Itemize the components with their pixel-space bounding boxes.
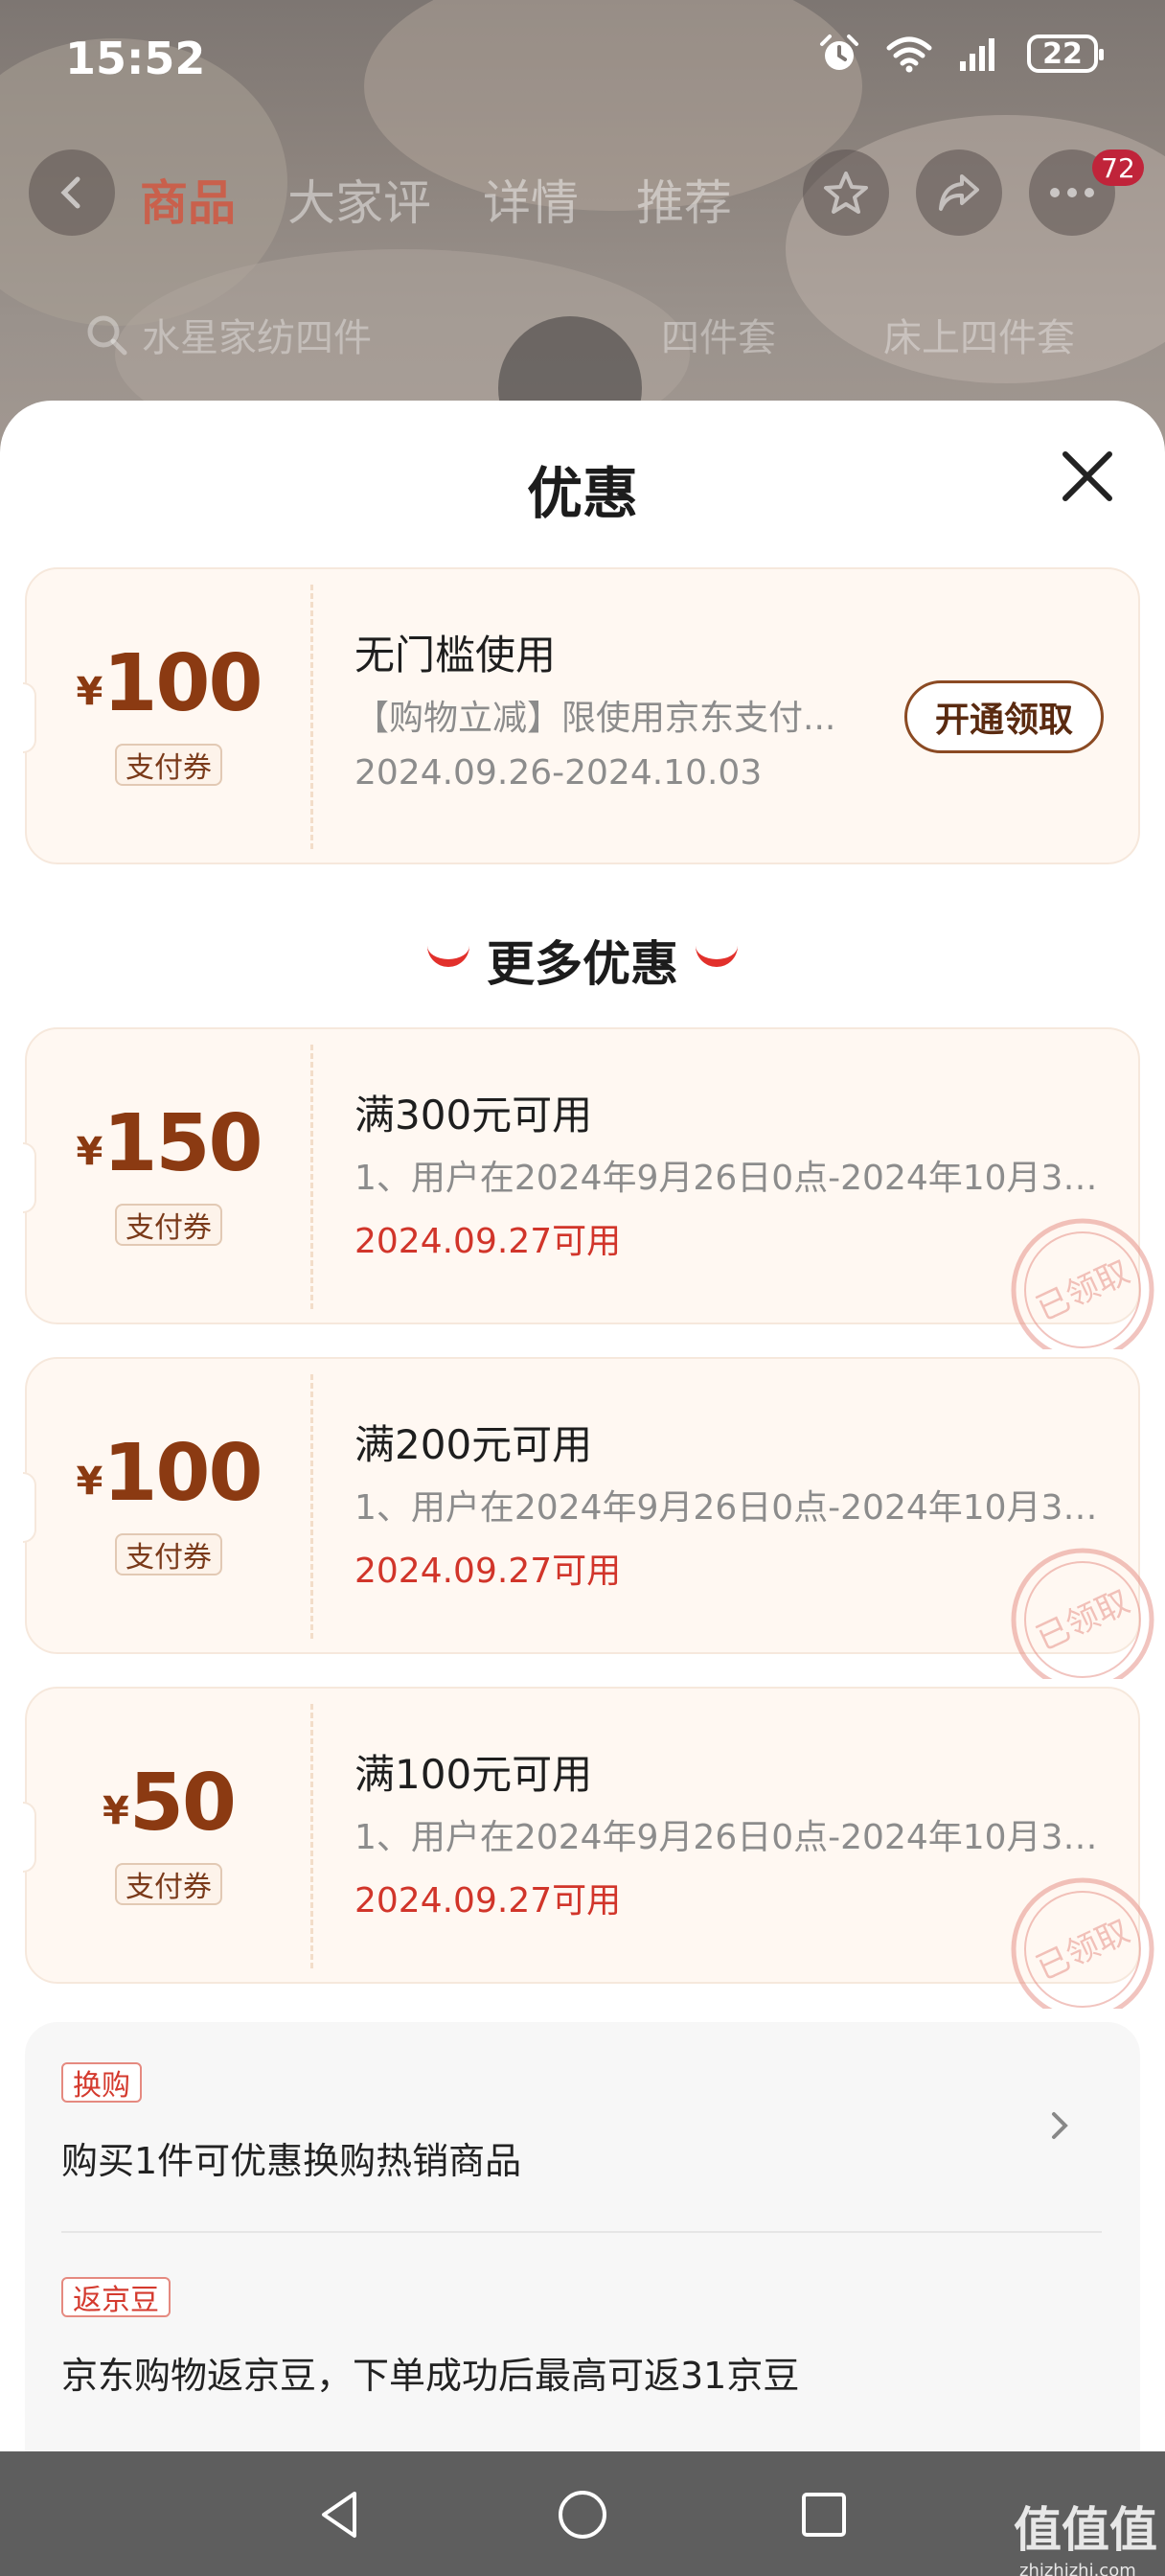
coupon-title: 满200元可用 xyxy=(354,1421,593,1468)
claimed-stamp-icon: 已领取 xyxy=(1011,1548,1154,1679)
alarm-icon xyxy=(820,34,858,70)
coupon-card[interactable]: ¥100 支付券 满200元可用 1、用户在2024年9月26日0点-2024年… xyxy=(23,1357,1154,1679)
battery-indicator: 22 xyxy=(1027,34,1104,73)
coupon-type-badge: 支付券 xyxy=(115,1533,222,1576)
extra-offers-panel: 换购 购买1件可优惠换购热销商品 返京豆 京东购物返京豆，下单成功后最高可返31… xyxy=(25,2022,1140,2451)
jingdou-text: 京东购物返京豆，下单成功后最高可返31京豆 xyxy=(61,2355,800,2397)
claimed-stamp-icon: 已领取 xyxy=(1011,1877,1154,2009)
nav-back-icon[interactable] xyxy=(312,2486,370,2543)
coupon-available-date: 2024.09.27可用 xyxy=(354,1222,622,1261)
coupon-type-badge: 支付券 xyxy=(115,1204,222,1246)
status-time: 15:52 xyxy=(65,33,206,84)
product-nav-bar: 商品 大家评 详情 推荐 72 xyxy=(0,144,1165,249)
search-chip[interactable]: 四件套 xyxy=(661,307,776,362)
signal-icon xyxy=(960,38,994,71)
star-icon xyxy=(824,172,868,214)
favorite-button[interactable] xyxy=(803,150,889,236)
coupon-amount: ¥150 xyxy=(76,1098,263,1189)
coupon-title: 满300元可用 xyxy=(354,1092,593,1138)
activate-claim-button[interactable]: 开通领取 xyxy=(904,680,1104,753)
claimed-stamp-icon: 已领取 xyxy=(1011,1218,1154,1349)
coupon-amount: ¥50 xyxy=(103,1758,237,1849)
coupon-card-primary: ¥100 支付券 无门槛使用 【购物立减】限使用京东支付... 2024.09.… xyxy=(23,567,1140,864)
tab-recommend[interactable]: 推荐 xyxy=(636,165,732,234)
coupon-title: 满100元可用 xyxy=(354,1751,593,1798)
status-bar: 15:52 22 xyxy=(0,0,1165,115)
coupon-card[interactable]: ¥150 支付券 满300元可用 1、用户在2024年9月26日0点-2024年… xyxy=(23,1027,1154,1349)
coupon-amount: ¥100 xyxy=(76,1428,263,1519)
sheet-title: 优惠 xyxy=(526,461,638,526)
wifi-icon xyxy=(886,36,932,73)
notification-badge: 72 xyxy=(1092,150,1144,186)
tab-product[interactable]: 商品 xyxy=(140,165,236,234)
back-button[interactable] xyxy=(29,150,115,236)
search-icon xyxy=(87,315,127,356)
more-dots-icon xyxy=(1050,188,1094,197)
svg-text:已领取: 已领取 xyxy=(1031,1253,1135,1328)
tab-reviews[interactable]: 大家评 xyxy=(287,165,431,234)
smile-icon xyxy=(696,946,738,967)
tab-details[interactable]: 详情 xyxy=(483,165,579,234)
coupon-available-date: 2024.09.27可用 xyxy=(354,1552,622,1591)
coupon-description: 【购物立减】限使用京东支付... xyxy=(354,699,836,738)
trade-in-tag: 换购 xyxy=(61,2062,142,2103)
search-chip[interactable]: 水星家纺四件 xyxy=(142,307,372,362)
nav-home-icon[interactable] xyxy=(554,2486,611,2543)
nav-recents-icon[interactable] xyxy=(795,2486,853,2543)
svg-text:已领取: 已领取 xyxy=(1031,1912,1135,1988)
jingdou-offer-row: 返京豆 京东购物返京豆，下单成功后最高可返31京豆 xyxy=(25,2233,1140,2451)
coupon-card[interactable]: ¥50 支付券 满100元可用 1、用户在2024年9月26日0点-2024年1… xyxy=(23,1687,1154,2009)
search-chip[interactable]: 床上四件套 xyxy=(883,307,1075,362)
svg-text:已领取: 已领取 xyxy=(1031,1582,1135,1658)
chevron-right-icon xyxy=(1052,2112,1068,2139)
trade-in-offer-row[interactable]: 换购 购买1件可优惠换购热销商品 xyxy=(25,2022,1140,2231)
smile-icon xyxy=(427,946,469,967)
watermark-logo: 值值值 zhizhizhi.com xyxy=(1014,2502,1157,2576)
more-offers-heading: 更多优惠 xyxy=(0,926,1165,995)
trade-in-text: 购买1件可优惠换购热销商品 xyxy=(61,2140,522,2182)
close-icon[interactable] xyxy=(1054,443,1121,510)
coupon-description: 1、用户在2024年9月26日0点-2024年10月3日23点59分... xyxy=(354,1488,1111,1528)
coupon-type-badge: 支付券 xyxy=(115,1863,222,1905)
coupon-type-badge: 支付券 xyxy=(115,744,222,786)
background-product-page: 15:52 22 商品 大家评 详情 推荐 72 水星家纺四件 四件套 床上四件… xyxy=(0,0,1165,460)
coupon-available-date: 2024.09.27可用 xyxy=(354,1881,622,1920)
coupon-amount: ¥100 xyxy=(76,638,263,729)
chevron-left-icon xyxy=(60,176,80,209)
share-button[interactable] xyxy=(916,150,1002,236)
share-icon xyxy=(939,174,979,211)
jingdou-tag: 返京豆 xyxy=(61,2277,171,2317)
coupon-title: 无门槛使用 xyxy=(354,632,557,678)
system-nav-bar xyxy=(0,2451,1165,2576)
coupon-description: 1、用户在2024年9月26日0点-2024年10月3日23点59分... xyxy=(354,1159,1111,1198)
coupon-validity: 2024.09.26-2024.10.03 xyxy=(354,753,763,793)
coupon-description: 1、用户在2024年9月26日0点-2024年10月3日23点59分... xyxy=(354,1818,1111,1857)
coupon-sheet: 优惠 ¥100 支付券 无门槛使用 【购物立减】限使用京东支付... 2024.… xyxy=(0,401,1165,2451)
